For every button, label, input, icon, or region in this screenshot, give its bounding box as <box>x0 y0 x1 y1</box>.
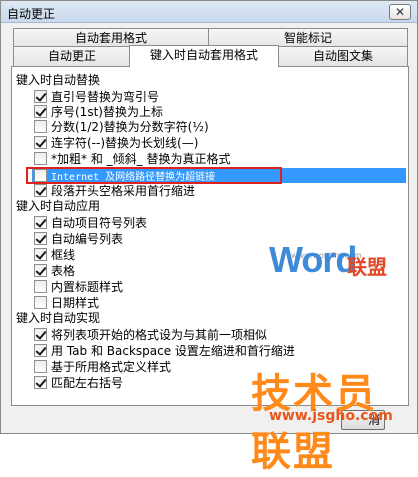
section-replace-as-you-type: 键入时自动替换 <box>16 73 101 87</box>
option-first-line-indent[interactable]: 段落开头空格采用首行缩进 <box>34 183 195 198</box>
option-hyphens-dash[interactable]: 连字符(--)替换为长划线(—) <box>34 135 198 150</box>
option-auto-numbering[interactable]: 自动编号列表 <box>34 231 123 246</box>
watermark-union-logo: 联盟 <box>347 255 387 279</box>
tab-autocorrect[interactable]: 自动更正 <box>13 46 131 66</box>
watermark-word-logo: Word <box>269 239 357 280</box>
option-ordinals-superscript[interactable]: 序号(1st)替换为上标 <box>34 104 163 119</box>
option-tables[interactable]: 表格 <box>34 263 75 278</box>
option-fractions[interactable]: 分数(1/2)替换为分数字符(½) <box>34 119 209 134</box>
checkbox[interactable] <box>34 184 47 197</box>
tab-panel: 键入时自动替换 直引号替换为弯引号 序号(1st)替换为上标 分数(1/2)替换… <box>11 66 409 406</box>
checkbox[interactable] <box>34 344 47 357</box>
section-apply-as-you-type: 键入时自动应用 <box>16 199 101 213</box>
section-implement-as-you-type: 键入时自动实现 <box>16 311 101 325</box>
checkbox[interactable] <box>34 264 47 277</box>
option-define-styles[interactable]: 基于所用格式定义样式 <box>34 359 171 374</box>
checkbox[interactable] <box>34 152 47 165</box>
checkbox[interactable] <box>34 296 47 309</box>
close-icon: ✕ <box>394 5 406 19</box>
option-tab-backspace-indent[interactable]: 用 Tab 和 Backspace 设置左缩进和首行缩进 <box>34 343 295 358</box>
title-bar: 自动更正 ✕ <box>1 1 417 23</box>
checkbox[interactable] <box>34 90 47 103</box>
checkbox[interactable] <box>34 136 47 149</box>
option-straight-quotes[interactable]: 直引号替换为弯引号 <box>34 89 159 104</box>
option-match-parentheses[interactable]: 匹配左右括号 <box>34 375 123 390</box>
autocorrect-dialog: 自动更正 ✕ 自动套用格式 智能标记 自动更正 键入时自动套用格式 自动图文集 … <box>0 0 418 475</box>
option-heading-styles[interactable]: 内置标题样式 <box>34 279 123 294</box>
watermark-site-url: www.jsgho.com <box>269 408 393 424</box>
option-date-styles[interactable]: 日期样式 <box>34 295 99 310</box>
checkbox[interactable] <box>34 232 47 245</box>
checkbox[interactable] <box>34 280 47 293</box>
dialog-title: 自动更正 <box>7 7 56 21</box>
option-borders[interactable]: 框线 <box>34 247 75 262</box>
option-bold-italic[interactable]: *加粗* 和 _倾斜_ 替换为真正格式 <box>34 151 230 166</box>
checkbox[interactable] <box>34 328 47 341</box>
checkbox[interactable] <box>34 105 47 118</box>
checkbox[interactable] <box>34 376 47 389</box>
red-highlight-frame <box>26 167 282 184</box>
checkbox[interactable] <box>34 120 47 133</box>
checkbox[interactable] <box>34 248 47 261</box>
tab-autoformat-as-you-type[interactable]: 键入时自动套用格式 <box>129 45 279 67</box>
tab-autotext[interactable]: 自动图文集 <box>278 46 408 66</box>
checkbox[interactable] <box>34 360 47 373</box>
option-auto-bullets[interactable]: 自动项目符号列表 <box>34 215 147 230</box>
option-list-format-similar[interactable]: 将列表项开始的格式设为与其前一项相似 <box>34 327 267 342</box>
close-button[interactable]: ✕ <box>389 4 411 20</box>
checkbox[interactable] <box>34 216 47 229</box>
